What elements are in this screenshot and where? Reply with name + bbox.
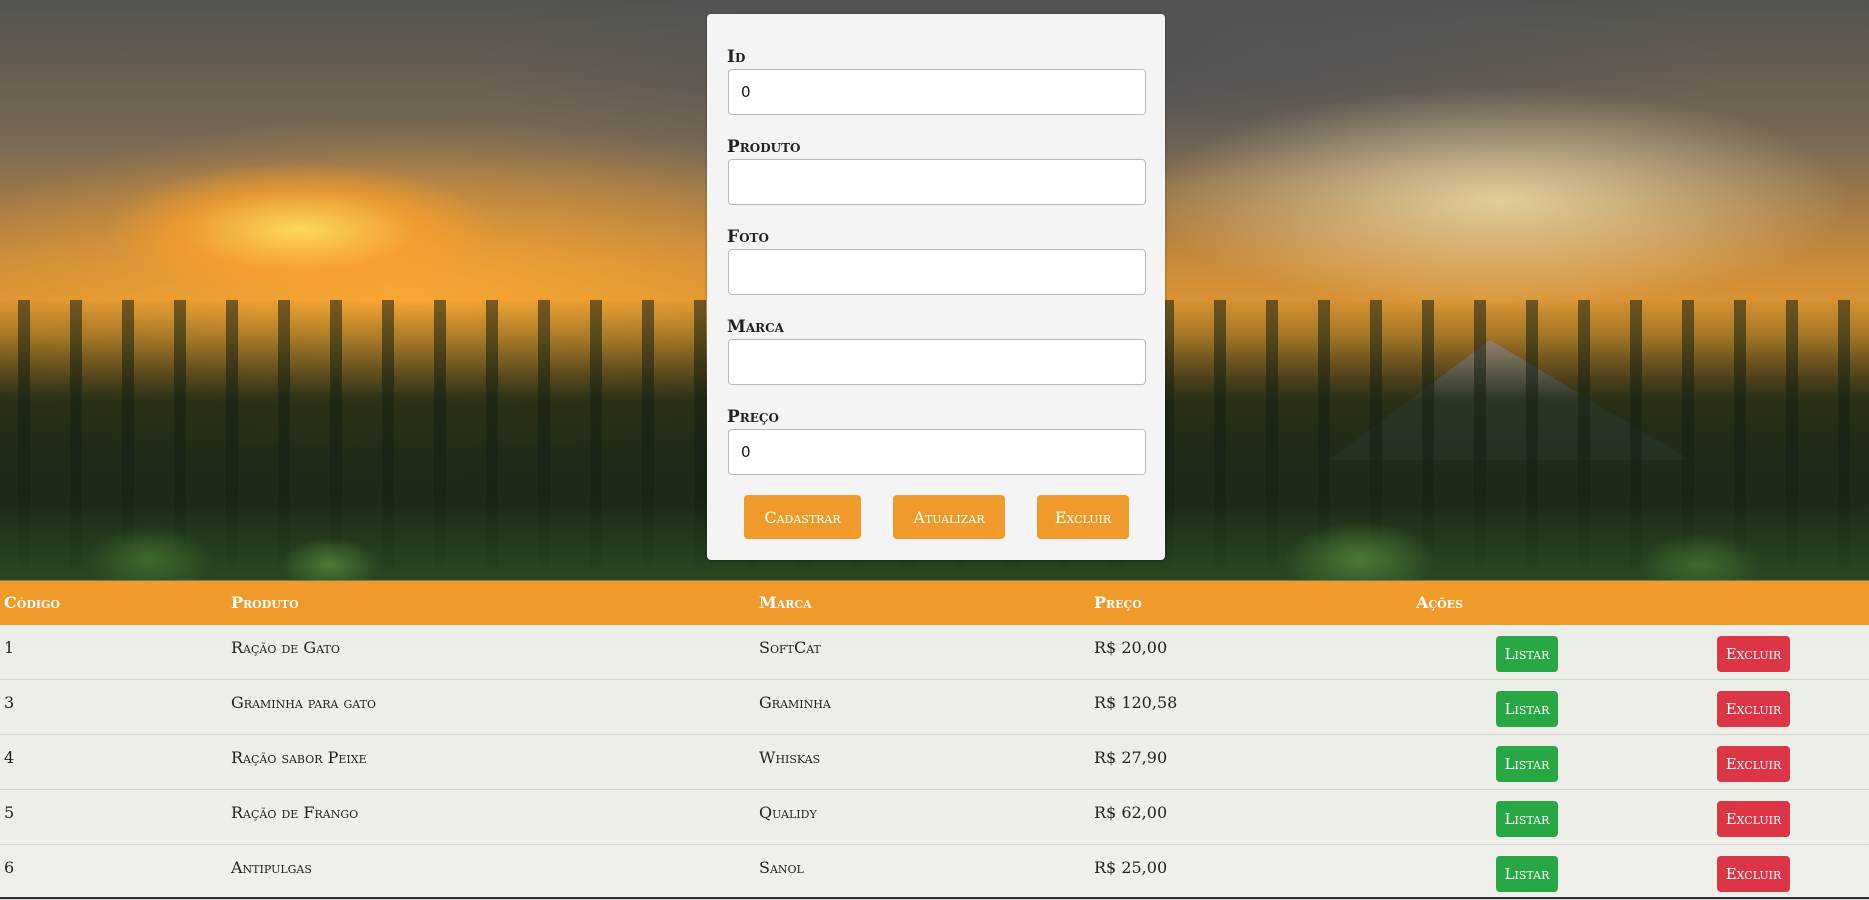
excluir-row-button[interactable]: Excluir [1717,691,1790,727]
produto-input[interactable] [728,159,1146,205]
cell-preco: R$ 25,00 [1094,858,1168,877]
excluir-row-button[interactable]: Excluir [1717,856,1790,892]
header-codigo: Código [4,593,60,612]
listar-button[interactable]: Listar [1496,801,1558,837]
products-table: Código Produto Marca Preço Ações 1 Ração… [0,581,1869,900]
excluir-row-button[interactable]: Excluir [1717,636,1790,672]
cell-produto: Antipulgas [231,858,312,877]
cell-preco: R$ 62,00 [1094,803,1168,822]
listar-button[interactable]: Listar [1496,746,1558,782]
excluir-button[interactable]: Excluir [1037,495,1129,539]
cell-marca: SoftCat [759,638,821,657]
cell-codigo: 3 [4,693,15,712]
cell-codigo: 1 [4,638,15,657]
table-row: 6 Antipulgas Sanol R$ 25,00 Listar Exclu… [0,845,1869,900]
id-input[interactable] [728,69,1146,115]
cell-produto: Ração de Frango [231,803,359,822]
header-marca: Marca [759,593,812,612]
foto-input[interactable] [728,249,1146,295]
table-header: Código Produto Marca Preço Ações [0,581,1869,625]
product-form-card: Id Produto Foto Marca Preço Cadastrar At… [707,14,1165,560]
cell-preco: R$ 20,00 [1094,638,1168,657]
header-produto: Produto [231,593,299,612]
header-acoes: Ações [1416,593,1464,612]
header-preco: Preço [1094,593,1142,612]
cell-produto: Ração de Gato [231,638,340,657]
cell-preco: R$ 27,90 [1094,748,1168,767]
table-row: 4 Ração sabor Peixe Whiskas R$ 27,90 Lis… [0,735,1869,790]
cell-produto: Graminha para gato [231,693,376,712]
cell-codigo: 4 [4,748,15,767]
cell-codigo: 5 [4,803,15,822]
preco-input[interactable] [728,429,1146,475]
produto-label: Produto [727,137,801,157]
table-row: 3 Graminha para gato Graminha R$ 120,58 … [0,680,1869,735]
cell-preco: R$ 120,58 [1094,693,1178,712]
cell-marca: Sanol [759,858,804,877]
excluir-row-button[interactable]: Excluir [1717,746,1790,782]
listar-button[interactable]: Listar [1496,856,1558,892]
cell-marca: Graminha [759,693,831,712]
foto-label: Foto [727,227,769,247]
table-row: 5 Ração de Frango Qualidy R$ 62,00 Lista… [0,790,1869,845]
cell-produto: Ração sabor Peixe [231,748,367,767]
marca-label: Marca [727,317,784,337]
cell-marca: Qualidy [759,803,817,822]
listar-button[interactable]: Listar [1496,691,1558,727]
cell-codigo: 6 [4,858,15,877]
cadastrar-button[interactable]: Cadastrar [744,495,861,539]
atualizar-button[interactable]: Atualizar [893,495,1005,539]
preco-label: Preço [727,407,779,427]
id-label: Id [727,47,746,67]
excluir-row-button[interactable]: Excluir [1717,801,1790,837]
listar-button[interactable]: Listar [1496,636,1558,672]
cell-marca: Whiskas [759,748,821,767]
table-row: 1 Ração de Gato SoftCat R$ 20,00 Listar … [0,625,1869,680]
marca-input[interactable] [728,339,1146,385]
